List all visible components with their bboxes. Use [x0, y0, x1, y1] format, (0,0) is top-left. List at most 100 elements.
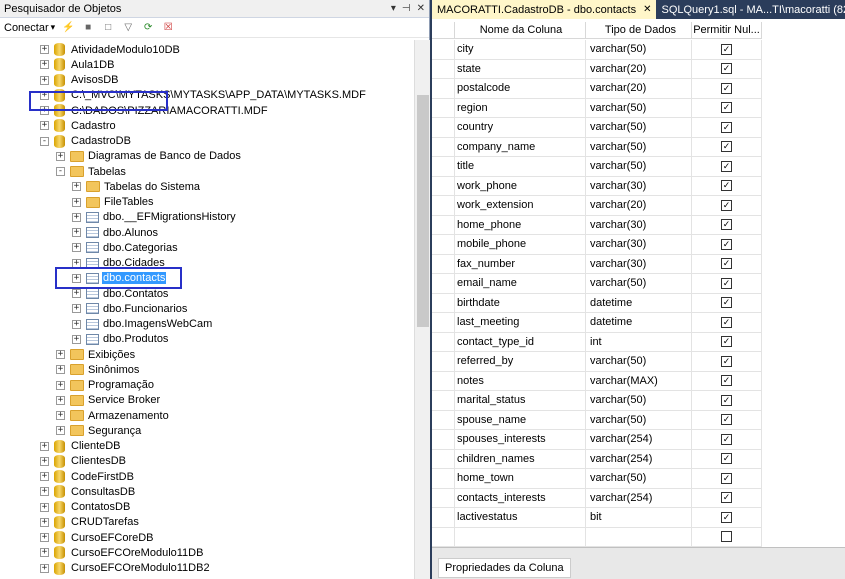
data-type-cell[interactable]: varchar(50) [586, 391, 692, 411]
pin-icon[interactable]: ⊣ [402, 3, 411, 14]
column-name-cell[interactable]: email_name [455, 274, 586, 294]
header-column-name[interactable]: Nome da Coluna [455, 22, 586, 39]
scrollbar-thumb[interactable] [417, 95, 429, 327]
expand-icon[interactable]: + [72, 289, 81, 298]
expand-icon[interactable]: + [56, 426, 65, 436]
column-name-cell[interactable] [455, 527, 586, 547]
column-name-cell[interactable]: referred_by [455, 352, 586, 372]
data-type-cell[interactable]: varchar(20) [586, 59, 692, 79]
column-name-cell[interactable]: notes [455, 371, 586, 391]
expand-icon[interactable]: + [56, 395, 65, 405]
column-name-cell[interactable]: state [455, 59, 586, 79]
expand-icon[interactable]: + [40, 60, 49, 70]
table-row[interactable]: home_town varchar(50) ✓ [432, 469, 762, 489]
tree-node[interactable]: - CadastroDB [40, 134, 132, 149]
expand-icon[interactable]: + [40, 121, 49, 131]
row-selector[interactable] [432, 488, 455, 508]
allow-nulls-checkbox[interactable]: ✓ [721, 394, 732, 406]
allow-nulls-checkbox[interactable]: ✓ [721, 336, 732, 348]
collapse-icon[interactable]: - [40, 136, 49, 146]
tree-node[interactable]: + Service Broker [56, 393, 161, 408]
close-tab-icon[interactable]: ✕ [643, 4, 651, 15]
row-selector[interactable] [432, 79, 455, 99]
table-row[interactable]: email_name varchar(50) ✓ [432, 274, 762, 294]
tree-node[interactable]: + ConsultasDB [40, 484, 136, 499]
row-selector[interactable] [432, 215, 455, 235]
activity-monitor-icon[interactable]: ☒ [161, 21, 175, 35]
row-selector[interactable] [432, 254, 455, 274]
expand-icon[interactable]: + [72, 228, 81, 237]
data-type-cell[interactable]: int [586, 332, 692, 352]
header-data-type[interactable]: Tipo de Dados [586, 22, 692, 39]
table-row[interactable]: contacts_interests varchar(254) ✓ [432, 488, 762, 508]
document-tab[interactable]: MACORATTI.CadastroDB - dbo.contacts ✕ [432, 0, 657, 19]
data-type-cell[interactable]: varchar(30) [586, 215, 692, 235]
row-selector[interactable] [432, 59, 455, 79]
tree-node[interactable]: + ClientesDB [40, 454, 127, 469]
tree-node[interactable]: + Tabelas do Sistema [72, 179, 201, 194]
table-row[interactable]: birthdate datetime ✓ [432, 293, 762, 313]
column-name-cell[interactable]: spouse_name [455, 410, 586, 430]
row-selector[interactable] [432, 332, 455, 352]
tree-node[interactable]: + dbo.Funcionarios [72, 301, 188, 316]
row-selector[interactable] [432, 508, 455, 528]
table-row[interactable]: city varchar(50) ✓ [432, 40, 762, 60]
table-row[interactable]: marital_status varchar(50) ✓ [432, 391, 762, 411]
allow-nulls-checkbox[interactable]: ✓ [721, 102, 732, 114]
tree-node[interactable]: + dbo.Categorias [72, 240, 179, 255]
expand-icon[interactable]: + [40, 487, 49, 497]
close-icon[interactable]: ✕ [417, 3, 425, 14]
column-name-cell[interactable]: city [455, 40, 586, 60]
tree-node[interactable]: + dbo.Produtos [72, 332, 169, 347]
table-row[interactable]: spouse_name varchar(50) ✓ [432, 410, 762, 430]
row-selector[interactable] [432, 98, 455, 118]
row-selector[interactable] [432, 410, 455, 430]
tree-node[interactable]: + Segurança [56, 423, 142, 438]
column-name-cell[interactable]: company_name [455, 137, 586, 157]
expand-icon[interactable]: + [56, 411, 65, 420]
allow-nulls-checkbox[interactable]: ✓ [721, 355, 732, 367]
data-type-cell[interactable]: datetime [586, 313, 692, 333]
tree-node[interactable]: + AtividadeModulo10DB [40, 42, 181, 57]
column-name-cell[interactable]: birthdate [455, 293, 586, 313]
expand-icon[interactable]: + [40, 563, 49, 573]
data-type-cell[interactable]: datetime [586, 293, 692, 313]
data-type-cell[interactable]: varchar(30) [586, 235, 692, 255]
table-row[interactable]: notes varchar(MAX) ✓ [432, 371, 762, 391]
expand-icon[interactable]: + [72, 319, 81, 329]
allow-nulls-checkbox[interactable]: ✓ [721, 199, 732, 211]
allow-nulls-checkbox[interactable]: ✓ [721, 43, 732, 55]
table-row[interactable]: country varchar(50) ✓ [432, 118, 762, 138]
expand-icon[interactable]: + [40, 45, 49, 54]
column-name-cell[interactable]: lactivestatus [455, 508, 586, 528]
header-allow-nulls[interactable]: Permitir Nul... [692, 22, 762, 39]
row-selector[interactable] [432, 527, 455, 547]
table-row[interactable]: lactivestatus bit ✓ [432, 508, 762, 528]
row-selector[interactable] [432, 196, 455, 216]
tree-node[interactable]: + dbo.ImagensWebCam [72, 317, 213, 332]
refresh-icon[interactable]: ⟳ [141, 21, 155, 35]
table-row[interactable]: title varchar(50) ✓ [432, 157, 762, 177]
expand-icon[interactable]: + [72, 197, 81, 207]
column-name-cell[interactable]: country [455, 118, 586, 138]
row-selector[interactable] [432, 449, 455, 469]
document-tab[interactable]: SQLQuery1.sql - MA...TI\macoratti (82)) [656, 0, 845, 19]
tree-node[interactable]: + Cadastro [40, 118, 117, 133]
allow-nulls-checkbox[interactable]: ✓ [721, 277, 732, 289]
table-row[interactable]: state varchar(20) ✓ [432, 59, 762, 79]
expand-icon[interactable]: + [72, 182, 81, 192]
row-selector[interactable] [432, 137, 455, 157]
data-type-cell[interactable]: varchar(50) [586, 118, 692, 138]
allow-nulls-checkbox[interactable]: ✓ [721, 511, 732, 523]
allow-nulls-checkbox[interactable] [721, 531, 732, 543]
column-name-cell[interactable]: children_names [455, 449, 586, 469]
table-row[interactable]: referred_by varchar(50) ✓ [432, 352, 762, 372]
row-selector[interactable] [432, 430, 455, 450]
column-name-cell[interactable]: fax_number [455, 254, 586, 274]
row-selector[interactable] [432, 371, 455, 391]
column-name-cell[interactable]: contacts_interests [455, 488, 586, 508]
table-row[interactable]: mobile_phone varchar(30) ✓ [432, 235, 762, 255]
table-row[interactable]: children_names varchar(254) ✓ [432, 449, 762, 469]
allow-nulls-checkbox[interactable]: ✓ [721, 472, 732, 484]
column-name-cell[interactable]: postalcode [455, 79, 586, 99]
